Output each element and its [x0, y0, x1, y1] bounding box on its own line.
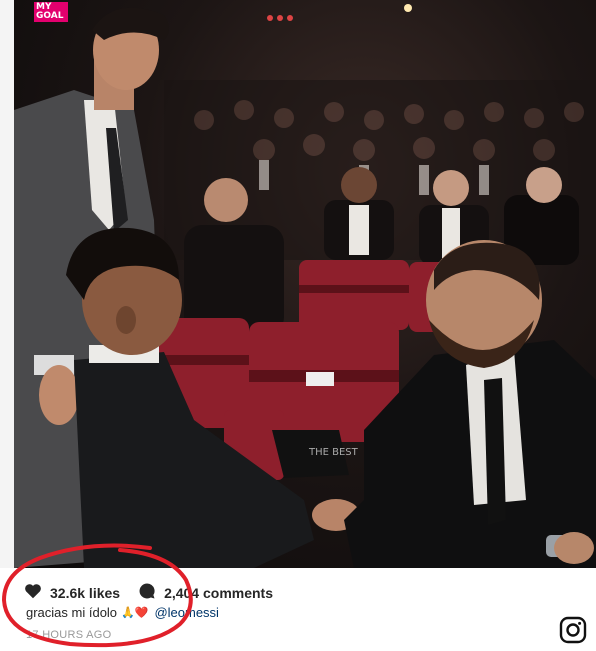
brand-line-2: GOAL	[36, 11, 64, 21]
comments-count[interactable]: 2,404 comments	[164, 585, 273, 601]
post-photo[interactable]: THE BEST MY GOAL	[14, 0, 596, 568]
caption-text: gracias mi ídolo	[26, 605, 118, 620]
post-timestamp: 17 HOURS AGO	[26, 629, 112, 641]
post-footer: 32.6k likes 2,404 comments gracias mi íd…	[0, 568, 596, 651]
comment-bubble-icon[interactable]	[138, 582, 156, 603]
mygoal-logo: MY GOAL	[34, 2, 68, 22]
engagement-row: 32.6k likes 2,404 comments	[24, 582, 291, 603]
left-margin	[0, 0, 14, 568]
caption: gracias mi ídolo 🙏❤️ @leomessi	[26, 605, 219, 620]
instagram-icon[interactable]	[559, 616, 587, 644]
heart-icon[interactable]	[24, 583, 42, 602]
photo-illustration: THE BEST	[14, 4, 596, 568]
svg-text:THE BEST: THE BEST	[308, 447, 359, 458]
caption-emoji: 🙏❤️	[121, 607, 149, 619]
mention-link[interactable]: @leomessi	[154, 605, 219, 620]
likes-count[interactable]: 32.6k likes	[50, 585, 120, 601]
